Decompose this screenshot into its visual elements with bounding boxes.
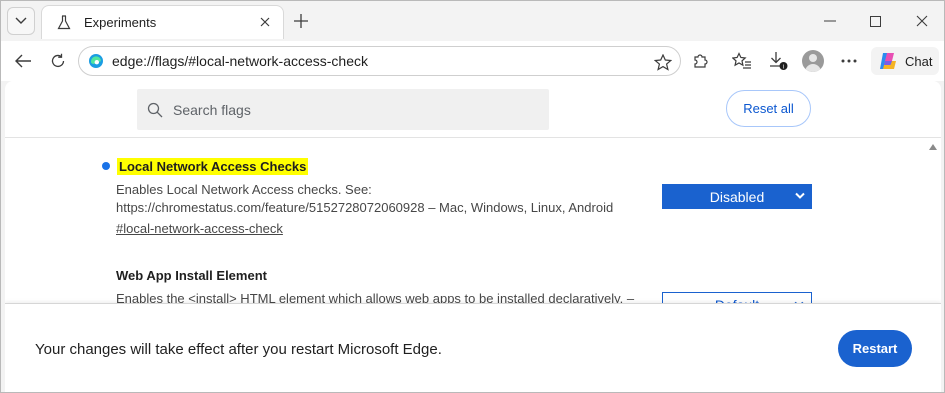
back-icon[interactable] [11, 49, 35, 73]
copilot-chat-button[interactable]: Chat [871, 47, 939, 75]
maximize-icon[interactable] [865, 11, 885, 31]
tab-actions-button[interactable] [7, 7, 35, 35]
favorite-star-icon[interactable] [654, 53, 672, 71]
address-text: edge://flags/#local-network-access-check [112, 53, 369, 69]
flags-page: Reset all Local Network Access Checks En… [5, 81, 941, 392]
address-bar[interactable]: edge://flags/#local-network-access-check [78, 46, 681, 76]
restart-button[interactable]: Restart [838, 330, 912, 367]
chat-label: Chat [905, 53, 933, 69]
tab-experiments[interactable]: Experiments [41, 5, 284, 39]
window-close-icon[interactable] [912, 11, 932, 31]
tab-title: Experiments [84, 15, 157, 30]
refresh-icon[interactable] [46, 49, 70, 73]
flag-state-select[interactable]: Disabled [662, 184, 812, 209]
flask-icon [56, 15, 72, 31]
flag-anchor-link[interactable]: #local-network-access-check [116, 221, 283, 236]
close-icon[interactable] [257, 14, 273, 30]
flag-description-platforms: https://chromestatus.com/feature/5152728… [116, 200, 614, 215]
search-box[interactable] [137, 89, 549, 130]
flag-title: Local Network Access Checks [117, 158, 309, 175]
search-icon [147, 102, 163, 117]
edge-icon [89, 54, 103, 68]
browser-window: Experiments edge://flags/#local-network-… [0, 0, 945, 393]
chevron-down-icon [795, 192, 805, 199]
favorites-icon[interactable] [730, 49, 754, 73]
reset-all-button[interactable]: Reset all [726, 90, 811, 127]
flag-description: Enables Local Network Access checks. See… [116, 182, 372, 197]
tab-strip: Experiments [1, 1, 944, 41]
chevron-down-icon [15, 17, 27, 24]
svg-text:i: i [783, 65, 784, 71]
downloads-icon[interactable]: i [767, 49, 791, 73]
minimize-icon[interactable] [820, 11, 840, 31]
restart-message: Your changes will take effect after you … [35, 341, 442, 358]
extensions-icon[interactable] [689, 49, 713, 73]
scroll-up-icon[interactable] [929, 143, 937, 151]
flag-state-value: Disabled [709, 188, 765, 205]
flag-title: Web App Install Element [116, 268, 267, 283]
new-tab-icon[interactable] [291, 11, 311, 31]
search-input[interactable] [173, 101, 533, 118]
copilot-icon [880, 53, 896, 69]
header-divider [5, 137, 941, 138]
more-icon[interactable] [837, 49, 861, 73]
toolbar: edge://flags/#local-network-access-check… [1, 41, 944, 81]
restart-bar: Your changes will take effect after you … [5, 303, 941, 392]
profile-icon[interactable] [802, 50, 824, 72]
modified-indicator [102, 162, 110, 170]
